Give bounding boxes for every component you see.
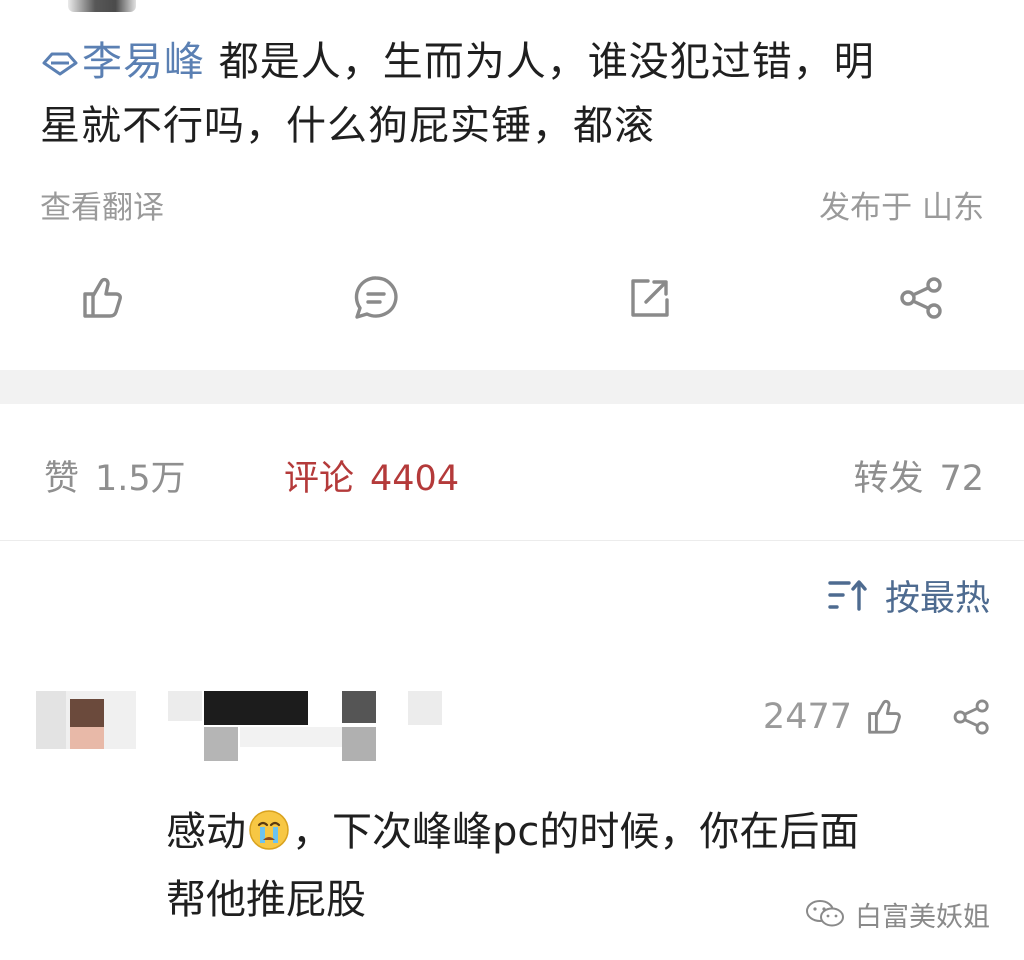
- post-content: 李易峰 都是人，生而为人，谁没犯过错，明 星就不行吗，什么狗屁实锤，都滚: [40, 30, 990, 158]
- repost-icon: [631, 279, 669, 317]
- likes-label: 赞: [44, 459, 80, 499]
- tab-likes[interactable]: 赞 1.5万: [44, 450, 186, 501]
- share-icon[interactable]: [950, 695, 994, 739]
- sort-icon: [828, 580, 867, 611]
- comment-text-part1: 感动: [166, 809, 246, 855]
- divider-line: [0, 540, 1024, 541]
- translate-link[interactable]: 查看翻译: [40, 182, 164, 227]
- comment-actions: 2477: [763, 692, 994, 742]
- sort-label: 按最热: [884, 578, 990, 619]
- comment-like-count: 2477: [762, 697, 852, 737]
- like-button[interactable]: [72, 262, 132, 334]
- thumbs-up-icon[interactable]: [862, 695, 906, 739]
- share-button[interactable]: [892, 262, 952, 334]
- share-icon: [900, 277, 942, 319]
- likes-count: 1.5万: [95, 459, 186, 499]
- watermark-text: 白富美妖姐: [855, 901, 990, 933]
- reposts-label: 转发: [853, 459, 924, 499]
- section-divider: [0, 370, 1024, 404]
- watermark: 白富美妖姐: [805, 894, 990, 934]
- avatar[interactable]: [36, 691, 136, 749]
- weibo-post-page: 李易峰 都是人，生而为人，谁没犯过错，明 星就不行吗，什么狗屁实锤，都滚 查看翻…: [0, 0, 1024, 960]
- reposts-count: 72: [939, 459, 984, 499]
- comments-label: 评论: [284, 459, 355, 499]
- username[interactable]: [168, 691, 478, 761]
- thumbs-up-icon: [83, 277, 122, 318]
- post-author-link[interactable]: 李易峰: [82, 39, 205, 85]
- post-meta: 查看翻译 发布于 山东: [40, 176, 984, 227]
- comment-text-line2: 帮他推屁股: [166, 877, 366, 923]
- comment-text-part2: ，下次峰峰pc的时候，你在后面: [292, 809, 860, 855]
- post-location: 发布于 山东: [819, 190, 984, 226]
- repost-button[interactable]: [620, 262, 680, 334]
- wechat-icon: [806, 900, 844, 927]
- post-action-bar: [0, 262, 1024, 334]
- tab-reposts[interactable]: 转发 72: [853, 450, 984, 501]
- comments-count: 4404: [370, 459, 460, 499]
- tab-comments[interactable]: 评论 4404: [284, 450, 459, 501]
- stats-tabs: 赞 1.5万 评论 4404 转发 72: [0, 440, 1024, 510]
- post-text-line1: 都是人，生而为人，谁没犯过错，明: [218, 39, 875, 85]
- blurred-avatar-fragment: [68, 0, 136, 12]
- comment-icon: [354, 276, 398, 319]
- crying-face-emoji: [248, 804, 290, 850]
- sort-toggle[interactable]: 按最热: [827, 570, 990, 620]
- vip-diamond-icon: [40, 32, 80, 76]
- post-text-line2: 星就不行吗，什么狗屁实锤，都滚: [40, 103, 655, 149]
- comment-button[interactable]: [346, 262, 406, 334]
